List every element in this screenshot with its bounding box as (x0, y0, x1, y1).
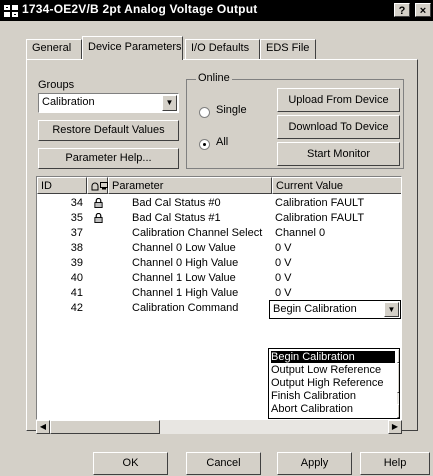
chevron-down-icon[interactable]: ▼ (384, 302, 399, 317)
row-value: 0 V (275, 257, 292, 269)
table-row[interactable]: 38 Channel 0 Low Value 0 V (37, 241, 401, 256)
single-radio[interactable] (199, 107, 210, 118)
lock-icon (94, 198, 103, 208)
table-row[interactable]: 35 Bad Cal Status #1 Calibration FAULT (37, 211, 401, 226)
column-header-id[interactable]: ID (37, 177, 87, 194)
groups-select-value: Calibration (42, 96, 95, 108)
row-id: 34 (70, 197, 83, 209)
tab-io-defaults[interactable]: I/O Defaults (185, 39, 260, 59)
row-id: 39 (70, 257, 83, 269)
chevron-down-icon[interactable]: ▼ (162, 95, 177, 111)
close-icon[interactable]: × (415, 3, 431, 17)
row-id: 35 (70, 212, 83, 224)
dropdown-option[interactable]: Output High Reference (271, 377, 384, 389)
start-monitor-button[interactable]: Start Monitor (277, 142, 400, 166)
row-parameter: Channel 0 High Value (132, 257, 239, 269)
help-icon[interactable]: ? (394, 3, 410, 17)
dropdown-scrollbar[interactable]: ▲ ▼ (397, 349, 399, 418)
row-parameter: Channel 1 High Value (132, 287, 239, 299)
tab-eds-file[interactable]: EDS File (260, 39, 316, 59)
scroll-up-icon[interactable]: ▲ (397, 349, 399, 363)
row-parameter: Bad Cal Status #0 (132, 197, 221, 209)
table-row[interactable]: 39 Channel 0 High Value 0 V (37, 256, 401, 271)
title-bar: 1734-OE2V/B 2pt Analog Voltage Output ? … (0, 0, 433, 21)
row-id: 41 (70, 287, 83, 299)
all-radio[interactable] (199, 139, 210, 150)
row-value: 0 V (275, 242, 292, 254)
help-button[interactable]: Help (360, 452, 430, 475)
scroll-left-icon[interactable]: ◀ (36, 420, 50, 434)
calibration-command-dropdown[interactable]: Begin Calibration Output Low Reference Out… (268, 348, 400, 419)
row-value: Channel 0 (275, 227, 326, 239)
online-label: Online (196, 72, 232, 84)
scroll-down-icon[interactable]: ▼ (397, 404, 399, 418)
cancel-button[interactable]: Cancel (186, 452, 261, 475)
row-id: 42 (70, 302, 83, 314)
row-parameter: Channel 0 Low Value (132, 242, 236, 254)
tab-label: EDS File (266, 42, 310, 54)
scrollbar-thumb[interactable] (397, 363, 399, 393)
horizontal-scrollbar[interactable]: ◀ ▶ (36, 420, 402, 434)
apply-button[interactable]: Apply (277, 452, 352, 475)
monitor-icon (100, 182, 108, 190)
all-label: All (216, 136, 229, 148)
single-label: Single (216, 104, 247, 116)
row-value: Calibration FAULT (275, 212, 365, 224)
row-id: 38 (70, 242, 83, 254)
row-parameter: Calibration Channel Select (132, 227, 263, 239)
row-id: 37 (70, 227, 83, 239)
row-parameter: Bad Cal Status #1 (132, 212, 221, 224)
tab-label: I/O Defaults (191, 42, 250, 54)
window-title: 1734-OE2V/B 2pt Analog Voltage Output (22, 2, 258, 16)
tab-general[interactable]: General (26, 39, 82, 59)
lock-icon (94, 213, 103, 223)
table-row[interactable]: 34 Bad Cal Status #0 Calibration FAULT (37, 196, 401, 211)
row-value: Calibration FAULT (275, 197, 365, 209)
column-header-current-value[interactable]: Current Value (272, 177, 401, 194)
app-icon (4, 5, 18, 17)
upload-from-device-button[interactable]: Upload From Device (277, 88, 400, 112)
table-row[interactable]: 41 Channel 1 High Value 0 V (37, 286, 401, 301)
table-row[interactable]: 42 Calibration Command Begin Calibration ▼ (37, 300, 401, 319)
dropdown-option[interactable]: Output Low Reference (271, 364, 381, 376)
row-id: 40 (70, 272, 83, 284)
groups-label: Groups (38, 79, 74, 91)
dropdown-option[interactable]: Finish Calibration (271, 390, 356, 402)
row-parameter: Channel 1 Low Value (132, 272, 236, 284)
dropdown-option[interactable]: Abort Calibration (271, 403, 353, 415)
row-value: 0 V (275, 272, 292, 284)
calibration-command-value: Begin Calibration (273, 303, 357, 315)
ok-button[interactable]: OK (93, 452, 168, 475)
scrollbar-thumb[interactable] (50, 420, 160, 434)
groups-label-text: Groups (38, 79, 75, 91)
groups-select[interactable]: Calibration ▼ (38, 93, 179, 113)
dropdown-option[interactable]: Begin Calibration (271, 351, 395, 363)
row-value: 0 V (275, 287, 292, 299)
scroll-right-icon[interactable]: ▶ (388, 420, 402, 434)
tab-label: General (32, 42, 72, 54)
tab-device-parameters[interactable]: Device Parameters (82, 36, 183, 60)
parameter-help-button[interactable]: Parameter Help... (38, 148, 179, 169)
download-to-device-button[interactable]: Download To Device (277, 115, 400, 139)
column-header-access[interactable] (87, 177, 108, 194)
row-parameter: Calibration Command (132, 302, 239, 314)
link-icon (91, 182, 99, 191)
tab-label: Device Parameters (88, 41, 182, 53)
column-header-parameter[interactable]: Parameter (108, 177, 272, 194)
table-row[interactable]: 37 Calibration Channel Select Channel 0 (37, 226, 401, 241)
restore-defaults-button[interactable]: Restore Default Values (38, 120, 179, 141)
calibration-command-select[interactable]: Begin Calibration ▼ (269, 300, 401, 319)
table-row[interactable]: 40 Channel 1 Low Value 0 V (37, 271, 401, 286)
